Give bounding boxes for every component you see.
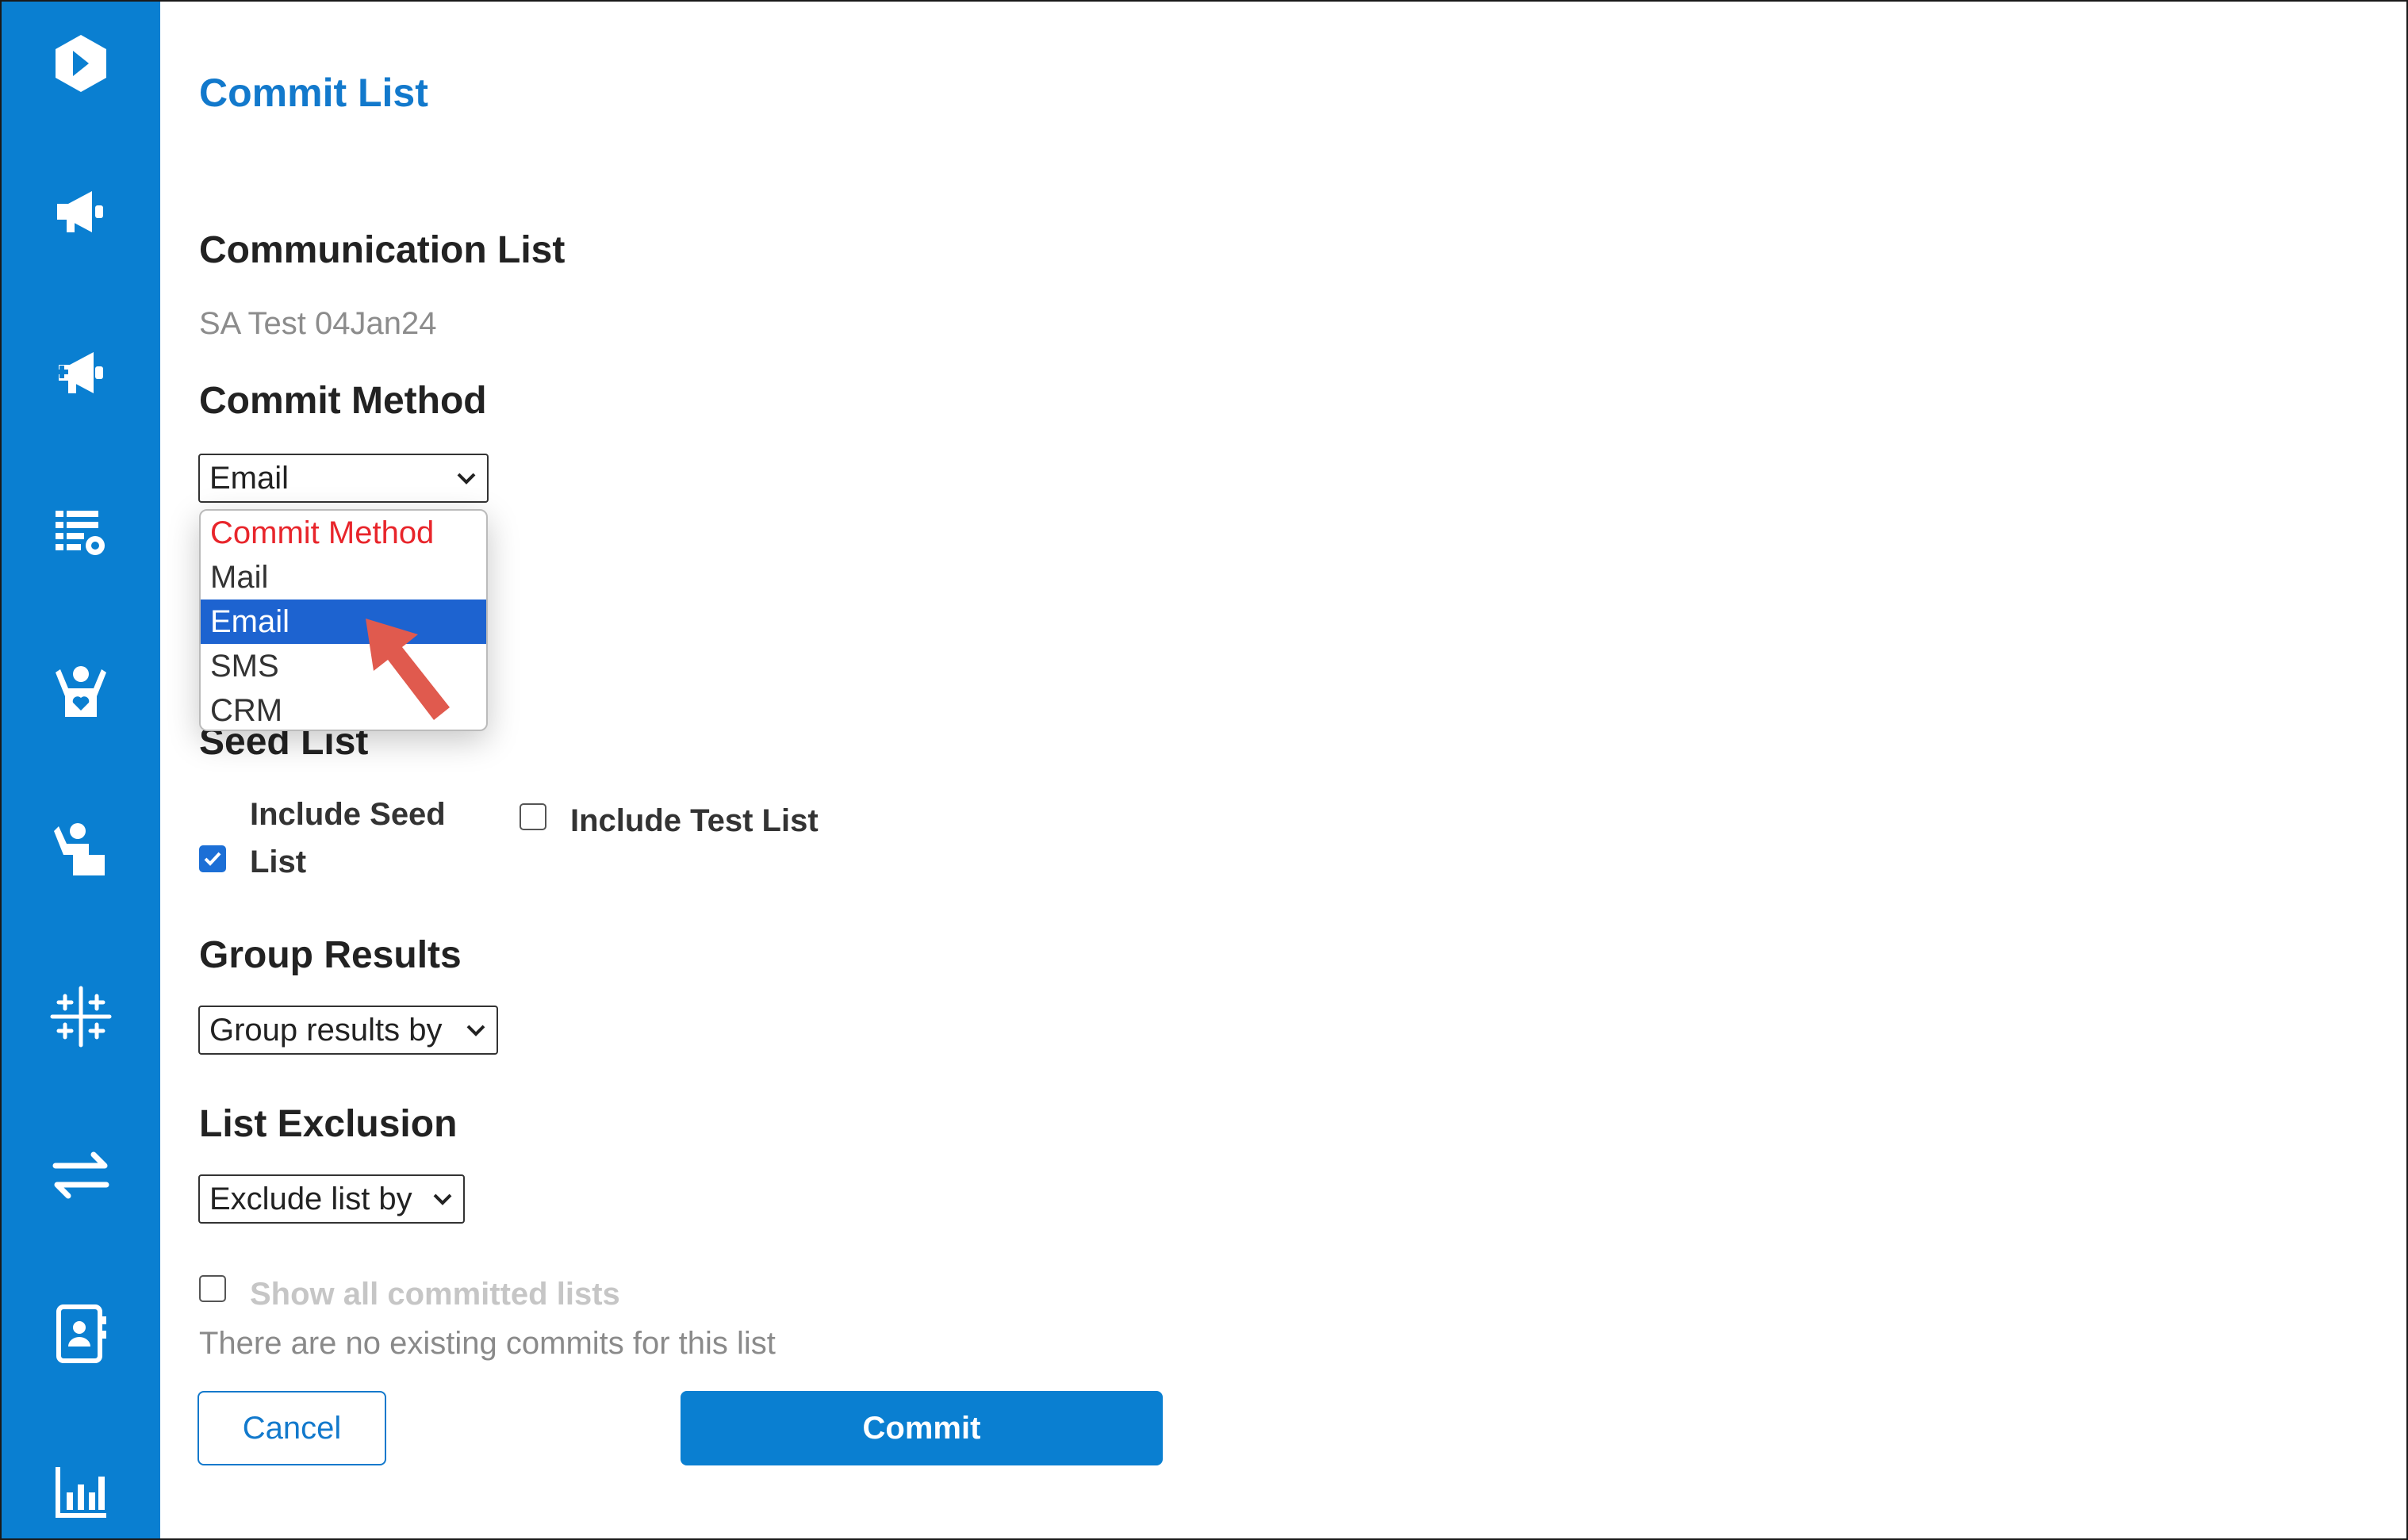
sparkle-grid-icon[interactable] bbox=[49, 985, 113, 1048]
megaphone-icon[interactable] bbox=[49, 180, 113, 243]
commit-method-select[interactable]: Email bbox=[198, 454, 489, 503]
chevron-down-icon bbox=[466, 1025, 485, 1036]
list-settings-icon[interactable] bbox=[49, 500, 113, 563]
include-seed-checkbox[interactable] bbox=[199, 845, 226, 872]
commit-button[interactable]: Commit bbox=[681, 1391, 1163, 1465]
show-all-committed-checkbox[interactable] bbox=[199, 1275, 226, 1302]
include-seed-label-line1: Include Seed bbox=[250, 797, 446, 832]
communication-list-heading: Communication List bbox=[199, 229, 566, 271]
include-test-list-label: Include Test List bbox=[570, 803, 819, 838]
checkmark-icon bbox=[204, 852, 221, 866]
include-test-list-checkbox[interactable] bbox=[520, 803, 546, 830]
communication-list-value: SA Test 04Jan24 bbox=[199, 306, 437, 341]
list-exclusion-heading: List Exclusion bbox=[199, 1103, 458, 1145]
commit-method-selected: Email bbox=[209, 461, 289, 496]
bar-chart-icon[interactable] bbox=[49, 1461, 113, 1524]
sidebar-nav bbox=[2, 2, 160, 1538]
person-desk-icon[interactable] bbox=[49, 818, 113, 882]
contact-book-icon[interactable] bbox=[49, 1302, 113, 1366]
no-commits-text: There are no existing commits for this l… bbox=[199, 1326, 776, 1361]
list-exclusion-selected: Exclude list by bbox=[209, 1182, 412, 1216]
include-seed-label-line2: List bbox=[250, 845, 307, 879]
show-all-committed-label: Show all committed lists bbox=[250, 1277, 620, 1312]
group-results-selected: Group results by bbox=[209, 1013, 443, 1048]
app-logo-icon[interactable] bbox=[49, 32, 113, 95]
group-results-select[interactable]: Group results by bbox=[198, 1006, 498, 1055]
page-title: Commit List bbox=[199, 71, 428, 115]
megaphone-plus-icon[interactable] bbox=[49, 341, 113, 404]
commit-method-heading: Commit Method bbox=[199, 380, 487, 422]
list-exclusion-select[interactable]: Exclude list by bbox=[198, 1174, 465, 1224]
cancel-button[interactable]: Cancel bbox=[197, 1391, 386, 1465]
annotation-arrow-icon bbox=[366, 619, 450, 720]
option-commit-method[interactable]: Commit Method bbox=[201, 511, 486, 555]
group-results-heading: Group Results bbox=[199, 934, 462, 976]
option-mail[interactable]: Mail bbox=[201, 555, 486, 600]
person-heart-icon[interactable] bbox=[49, 660, 113, 723]
swap-arrows-icon[interactable] bbox=[49, 1144, 113, 1207]
chevron-down-icon bbox=[457, 473, 476, 485]
chevron-down-icon bbox=[433, 1193, 452, 1205]
